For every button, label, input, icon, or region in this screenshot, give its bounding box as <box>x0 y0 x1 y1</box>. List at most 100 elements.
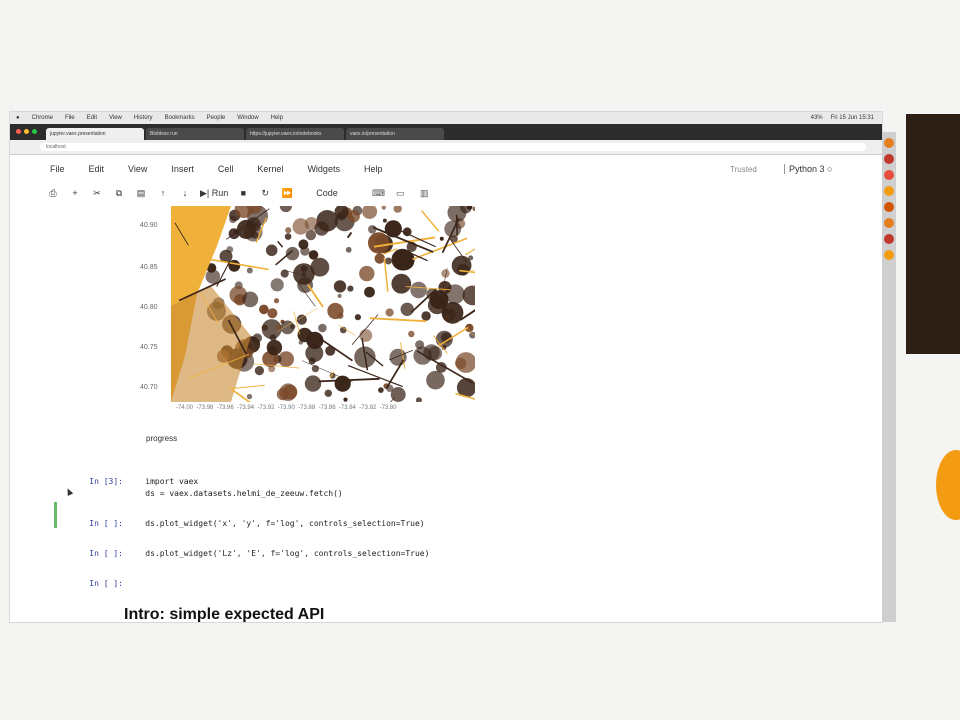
plot-texture-blob <box>347 285 354 292</box>
cell-type-select[interactable]: Code <box>316 186 338 200</box>
dock-app-icon[interactable] <box>884 218 894 228</box>
jupyter-menu-cell[interactable]: Cell <box>218 164 234 174</box>
density-plot[interactable] <box>171 206 475 402</box>
plot-texture-blob <box>226 246 234 253</box>
plot-texture-blob <box>305 229 317 241</box>
plot-texture-blob <box>318 323 327 333</box>
add-cell-icon[interactable]: + <box>68 186 82 200</box>
save-icon[interactable]: ⎙ <box>46 186 60 200</box>
plot-texture-blob <box>308 357 316 365</box>
x-tick-labels: -74.00 -73.98 -73.96 -73.94 -73.92 -73.9… <box>176 405 397 411</box>
plot-texture-blob <box>246 393 253 400</box>
move-up-icon[interactable]: ↑ <box>156 186 170 200</box>
cell-prompt: In [ ]: <box>89 579 123 588</box>
dock-app-icon[interactable] <box>884 250 894 260</box>
plot-texture-blob <box>310 257 330 277</box>
plot-texture-blob <box>337 293 342 298</box>
kernel-indicator[interactable]: Python 3 ○ <box>784 164 832 174</box>
code-cell[interactable]: In [ ]: ds.plot_widget('x', 'y', f='log',… <box>70 510 424 537</box>
address-input[interactable]: localhost <box>40 143 866 151</box>
code-cell[interactable]: In [ ]: ds.plot_widget('Lz', 'E', f='log'… <box>70 540 429 567</box>
plot-texture-blob <box>261 324 268 331</box>
jupyter-menu-edit[interactable]: Edit <box>89 164 105 174</box>
plot-texture-blob <box>333 280 347 293</box>
restart-run-all-icon[interactable]: ⏩ <box>280 186 294 200</box>
paste-icon[interactable]: ▤ <box>134 186 148 200</box>
keyboard-icon[interactable]: ⌨ <box>372 188 385 199</box>
plot-texture-blob <box>254 366 264 376</box>
jupyter-menu-insert[interactable]: Insert <box>171 164 194 174</box>
plot-texture-blob <box>421 311 431 321</box>
browser-tab[interactable]: https://jupyter.vaex.io/notebooks <box>246 128 344 140</box>
plot-texture-blob <box>284 233 292 240</box>
selected-cell-indicator <box>54 502 57 528</box>
jupyter-menu-file[interactable]: File <box>50 164 65 174</box>
plot-texture-blob <box>468 255 474 261</box>
apple-icon[interactable]: ● <box>16 115 20 121</box>
y-tick-label: 40.90 <box>140 222 158 229</box>
menubar-item[interactable]: People <box>207 115 226 121</box>
jupyter-menu-help[interactable]: Help <box>364 164 383 174</box>
browser-tab[interactable]: jupyter.vaex.presentation <box>46 128 144 140</box>
window-controls <box>16 129 37 134</box>
x-tick-label: -74.00 <box>176 405 194 411</box>
jupyter-menubar: File Edit View Insert Cell Kernel Widget… <box>50 164 382 174</box>
dock-app-icon[interactable] <box>884 138 894 148</box>
browser-tab[interactable]: Blobless run <box>146 128 244 140</box>
menubar-item[interactable]: History <box>134 115 153 121</box>
x-tick-label: -73.80 <box>379 405 397 411</box>
menubar-item[interactable]: Bookmarks <box>165 115 195 121</box>
dock-app-icon[interactable] <box>884 234 894 244</box>
clock: Fri 15 Jun 15:31 <box>830 115 874 121</box>
menubar-item[interactable]: File <box>65 115 75 121</box>
app-dock <box>882 132 896 622</box>
x-tick-label: -73.86 <box>318 405 336 411</box>
plot-texture-blob <box>324 389 332 397</box>
x-tick-label: -73.94 <box>237 405 255 411</box>
plot-texture-blob <box>391 248 414 271</box>
plot-texture-blob <box>345 246 352 253</box>
run-button[interactable]: ▶| Run <box>200 186 228 200</box>
menubar-item[interactable]: Help <box>271 115 283 121</box>
copy-icon[interactable]: ⧉ <box>112 186 126 200</box>
browser-tab[interactable]: vaex.io/presentation <box>346 128 444 140</box>
interrupt-icon[interactable]: ■ <box>236 186 250 200</box>
plot-texture-blob <box>359 329 373 342</box>
menubar-item[interactable]: Chrome <box>32 115 53 121</box>
command-palette-icon[interactable]: ▭ <box>396 188 405 199</box>
close-icon[interactable] <box>16 129 21 134</box>
decorative-orange-shape <box>936 450 960 520</box>
dock-app-icon[interactable] <box>884 154 894 164</box>
move-down-icon[interactable]: ↓ <box>178 186 192 200</box>
plot-texture-blob <box>259 304 269 315</box>
plot-texture-blob <box>252 333 262 343</box>
battery-status: 43% <box>810 115 823 121</box>
restart-icon[interactable]: ↻ <box>258 186 272 200</box>
menubar-item[interactable]: Window <box>237 115 258 121</box>
kernel-idle-icon: ○ <box>827 164 833 174</box>
dock-app-icon[interactable] <box>884 170 894 180</box>
dock-app-icon[interactable] <box>884 186 894 196</box>
cut-icon[interactable]: ✂ <box>90 186 104 200</box>
dock-app-icon[interactable] <box>884 202 894 212</box>
code-cell-continuation[interactable]: ds = vaex.datasets.helmi_de_zeeuw.fetch(… <box>70 480 342 507</box>
plot-texture-blob <box>368 232 390 254</box>
plot-texture-blob <box>314 221 329 236</box>
plot-texture-blob <box>275 324 283 331</box>
maximize-icon[interactable] <box>32 129 37 134</box>
plot-texture-blob <box>308 250 319 260</box>
plot-texture-blob <box>385 308 394 317</box>
menubar-item[interactable]: View <box>109 115 122 121</box>
jupyter-menu-view[interactable]: View <box>128 164 147 174</box>
browser-window: ● Chrome File Edit View History Bookmark… <box>10 112 882 622</box>
plot-texture-blob <box>384 257 392 265</box>
menubar-item[interactable]: Edit <box>87 115 97 121</box>
jupyter-menu-widgets[interactable]: Widgets <box>307 164 340 174</box>
progress-label: progress <box>146 434 178 443</box>
trusted-indicator[interactable]: Trusted <box>730 165 757 174</box>
plot-texture-blob <box>391 273 412 294</box>
code-cell[interactable]: In [ ]: <box>70 570 145 597</box>
minimize-icon[interactable] <box>24 129 29 134</box>
jupyter-menu-kernel[interactable]: Kernel <box>257 164 283 174</box>
chart-icon[interactable]: ▥ <box>420 188 429 199</box>
